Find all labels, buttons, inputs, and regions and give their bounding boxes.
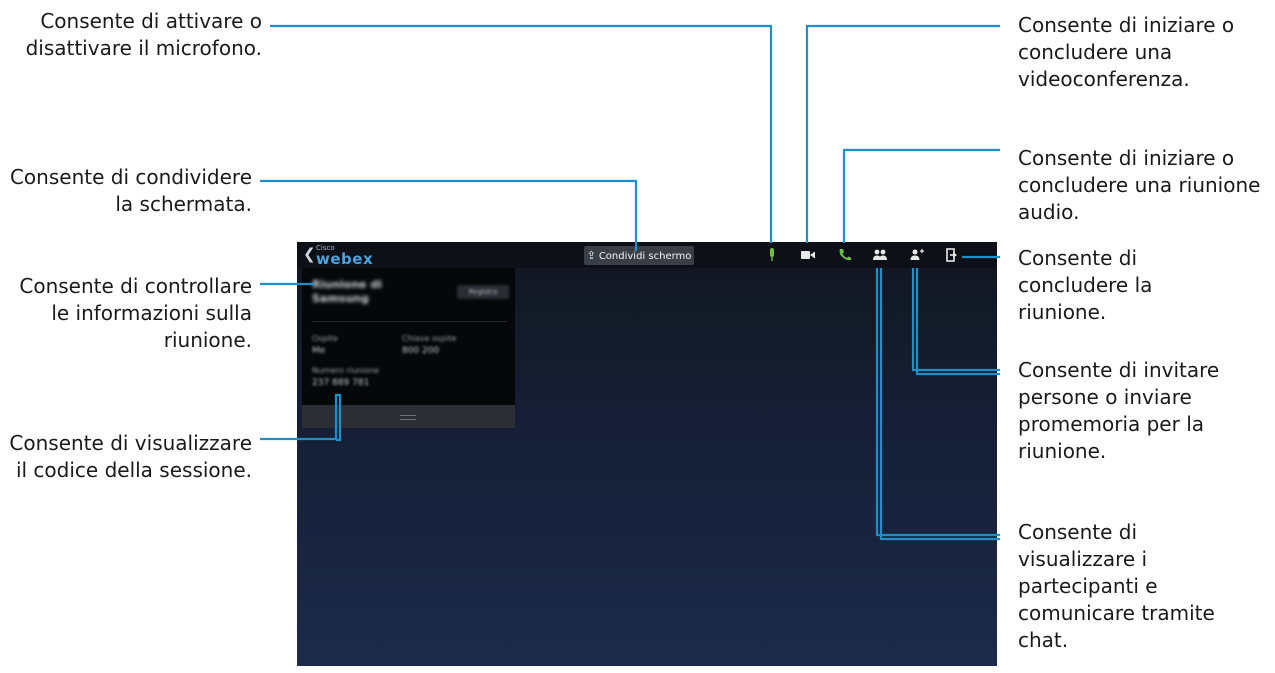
password-label: Chiave ospite [402, 334, 457, 343]
share-screen-button[interactable]: ⇪ Condividi schermo [584, 246, 694, 265]
webex-screen: ❮ Cisco webex ⇪ Condividi schermo Riunio… [297, 242, 997, 666]
panel-footer[interactable] [302, 405, 515, 428]
callout-share: Consente di condividere la schermata. [9, 165, 252, 216]
password-value: 800 200 [402, 346, 440, 356]
meeting-info-panel: Riunione di Samsung Registra Ospite Me C… [302, 268, 515, 428]
meeting-title: Riunione di Samsung [312, 278, 382, 305]
callout-video: Consente di iniziare o concludere una vi… [1018, 13, 1235, 91]
participants-icon[interactable] [871, 246, 889, 264]
callout-mic: Consente di attivare o disattivare il mi… [25, 9, 262, 60]
record-badge[interactable]: Registra [457, 285, 509, 299]
line-share [260, 179, 638, 251]
host-value: Me [312, 346, 326, 356]
callout-end-meeting: Consente di concludere la riunione. [1018, 246, 1153, 324]
upload-icon: ⇪ [586, 249, 596, 262]
host-label: Ospite [312, 334, 338, 343]
app-toolbar: ❮ Cisco webex ⇪ Condividi schermo [297, 242, 997, 268]
drag-handle-icon[interactable] [400, 415, 416, 420]
callout-invite: Consente di invitare persone o inviare p… [1018, 358, 1220, 463]
share-screen-label: Condividi schermo [598, 251, 692, 262]
add-person-icon[interactable] [908, 246, 926, 264]
webex-logo: webex [316, 250, 374, 268]
callout-meeting-info: Consente di controllare le informazioni … [19, 274, 252, 352]
microphone-icon[interactable] [763, 246, 781, 264]
callout-session-code: Consente di visualizzare il codice della… [9, 431, 252, 482]
callout-audio: Consente di iniziare o concludere una ri… [1018, 146, 1261, 224]
exit-icon[interactable] [944, 246, 962, 264]
line-video [805, 24, 1000, 243]
video-camera-icon[interactable] [799, 246, 817, 264]
back-icon[interactable]: ❮ [303, 245, 316, 263]
line-audio [842, 148, 1000, 243]
session-label: Numero riunione [312, 366, 380, 375]
phone-icon[interactable] [836, 246, 854, 264]
panel-divider [312, 321, 507, 322]
session-value: 237 889 781 [312, 378, 370, 388]
callout-participants: Consente di visualizzare i partecipanti … [1018, 520, 1215, 652]
line-mic [270, 24, 773, 243]
